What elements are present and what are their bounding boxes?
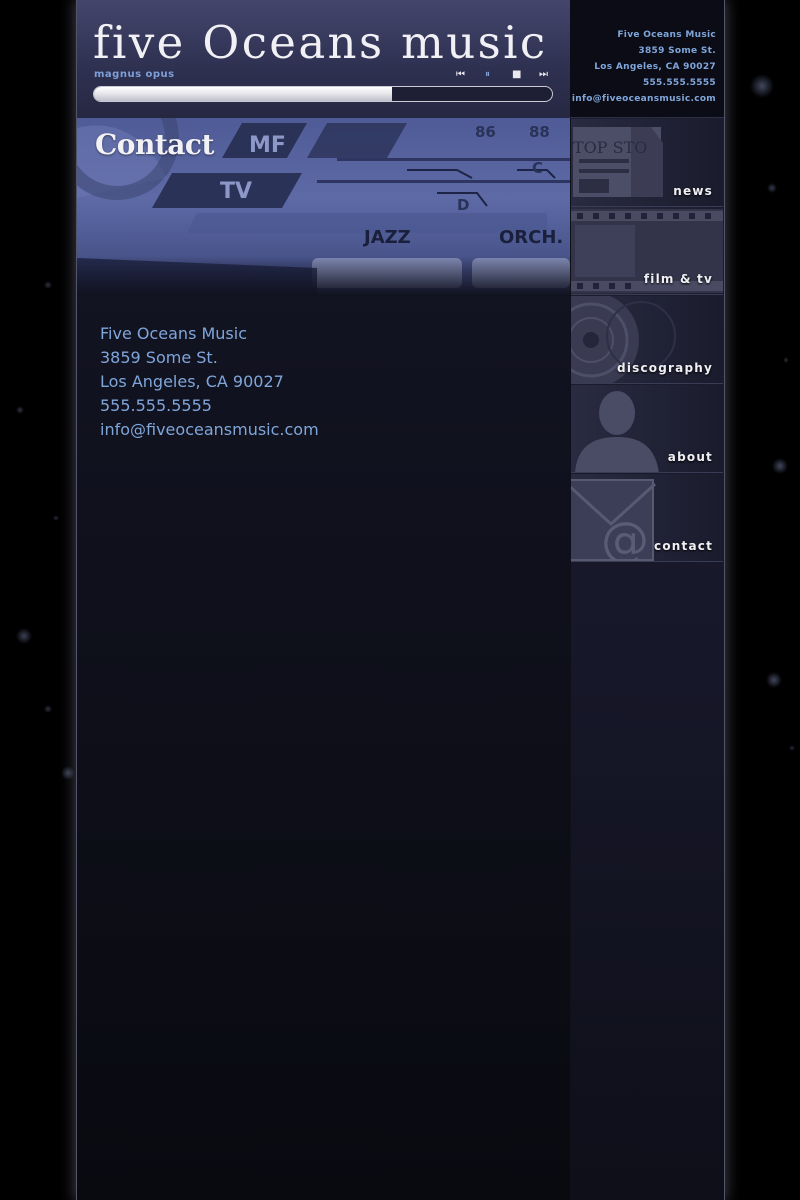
contact-city: Los Angeles, CA 90027	[100, 372, 284, 391]
audio-player-controls: ⏮ ⏸ ■ ⏭	[453, 69, 553, 81]
nav-label: discography	[617, 361, 713, 375]
dial-label: ORCH.	[499, 227, 563, 248]
dial-label: TV	[220, 179, 252, 204]
site-logo[interactable]: five Oceans music	[93, 18, 555, 68]
nav-label: news	[673, 184, 713, 198]
skip-next-icon[interactable]: ⏭	[539, 69, 548, 81]
site-tagline: magnus opus	[94, 69, 175, 80]
sidebar-contact-street: 3859 Some St.	[638, 46, 716, 56]
contact-phone: 555.555.5555	[100, 396, 212, 415]
pause-icon[interactable]: ⏸	[485, 69, 490, 81]
nav-label: about	[667, 450, 713, 464]
dial-label: D	[457, 196, 469, 214]
newspaper-headline: TOP STO	[573, 138, 647, 157]
banner-fade	[77, 256, 570, 296]
page-title: Contact	[95, 128, 214, 161]
nav-item-news[interactable]: TOP STO news	[571, 119, 723, 207]
sidebar-contact-email-link[interactable]: info@fiveoceansmusic.com	[572, 91, 716, 107]
contact-name: Five Oceans Music	[100, 324, 248, 343]
sidebar-contact-details: Five Oceans Music 3859 Some St. Los Ange…	[572, 27, 716, 107]
contact-details: Five Oceans Music 3859 Some St. Los Ange…	[100, 322, 319, 442]
nav-item-film-tv[interactable]: film & tv	[571, 207, 723, 295]
nav-item-about[interactable]: about	[571, 385, 723, 473]
contact-street: 3859 Some St.	[100, 348, 218, 367]
dial-label: JAZZ	[362, 227, 411, 248]
dial-label: 86	[475, 123, 496, 141]
svg-text:@: @	[601, 512, 649, 562]
sidebar-contact-city: Los Angeles, CA 90027	[594, 62, 716, 72]
skip-previous-icon[interactable]: ⏮	[456, 69, 465, 81]
sidebar-contact-phone: 555.555.5555	[642, 78, 716, 88]
dial-label: 88	[529, 123, 550, 141]
dial-label: C	[532, 159, 543, 177]
nav-label: contact	[654, 539, 713, 553]
sidebar-contact-name: Five Oceans Music	[617, 30, 716, 40]
dial-label: MF	[249, 133, 286, 158]
nav-label: film & tv	[643, 272, 713, 286]
contact-email-link[interactable]: info@fiveoceansmusic.com	[100, 418, 319, 442]
audio-progress-bar[interactable]	[93, 86, 553, 102]
stop-icon[interactable]: ■	[512, 69, 521, 81]
nav-item-discography[interactable]: discography	[571, 296, 723, 384]
audio-progress-fill	[94, 87, 392, 101]
nav-item-contact[interactable]: @ contact	[571, 474, 723, 562]
